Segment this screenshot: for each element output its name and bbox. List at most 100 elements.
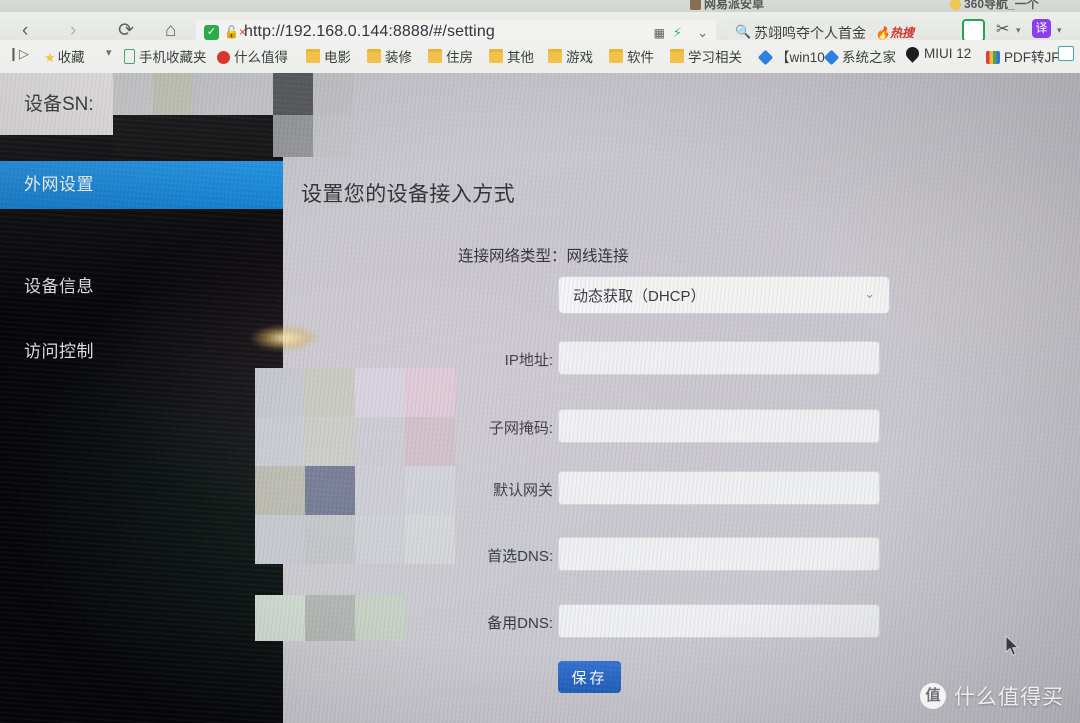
reload-button[interactable]: ⟳ [118, 21, 134, 40]
bookmark-item-decoration[interactable]: 装修 [367, 46, 412, 66]
bookmark-item-xitongzhijia[interactable]: 系统之家 [823, 46, 896, 66]
bookmark-item-other[interactable]: 其他 [489, 46, 534, 66]
device-sn-label: 设备SN: [24, 94, 94, 115]
address-bar-url: http://192.168.0.144:8888/#/setting [244, 23, 495, 40]
ip-address-input[interactable] [558, 341, 880, 375]
back-button[interactable]: ‹ [22, 21, 28, 40]
star-icon: ★ [44, 50, 56, 65]
subnet-mask-input[interactable] [558, 409, 880, 443]
ip-mode-value: 动态获取（DHCP） [573, 288, 706, 305]
bookmark-item-movies[interactable]: 电影 [306, 46, 351, 66]
mosaic-censor-network-values [255, 368, 455, 564]
bookmark-label: 其他 [507, 50, 534, 65]
sidebar: 外网设置 设备信息 访问控制 [0, 135, 320, 723]
network-type-text: 连接网络类型：网线连接 [458, 248, 629, 265]
folder-icon [367, 49, 381, 63]
tab-item-0[interactable]: 网易派安卓 [690, 0, 764, 12]
bookmark-item-study[interactable]: 学习相关 [670, 46, 742, 66]
default-gateway-input[interactable] [558, 471, 880, 505]
sidebar-item-label: 访问控制 [24, 342, 94, 361]
bookmark-item-win10[interactable]: 【win10 [757, 46, 825, 66]
bookmarks-expand-icon[interactable]: ❙▷ [8, 46, 29, 62]
mosaic-censor-dns-value [255, 595, 405, 641]
bookmarks-bar: ❙▷ ★收藏 ▾ 手机收藏夹 什么值得 电影 装修 住房 其他 游戏 软件 学 [0, 40, 1080, 74]
folder-icon [670, 49, 684, 63]
bookmark-item-pdf[interactable]: PDF转JF [986, 46, 1060, 66]
bookmark-item-calendar[interactable] [1058, 46, 1074, 62]
folder-icon [489, 49, 503, 63]
folder-icon [548, 49, 562, 63]
translate-dropdown-icon[interactable]: ▾ [1057, 25, 1062, 36]
folder-icon [306, 49, 320, 63]
translate-icon[interactable]: 译 [1032, 19, 1051, 38]
phone-icon [124, 49, 135, 64]
tab-favicon [950, 0, 961, 10]
mosaic-censor-sn [113, 73, 353, 158]
sidebar-item-wan-settings[interactable]: 外网设置 [0, 161, 283, 209]
bookmark-label: MIUI 12 [924, 46, 972, 61]
chevron-down-icon: ⌄ [864, 286, 875, 301]
chevron-down-icon[interactable]: ⌄ [697, 25, 708, 41]
sidebar-item-access-control[interactable]: 访问控制 [0, 328, 283, 376]
bookmark-label: 电影 [324, 50, 351, 65]
tab-label: 网易派安卓 [704, 0, 765, 11]
bookmark-label: 装修 [385, 50, 412, 65]
apps-grid-icon[interactable]: ▦ [654, 26, 665, 40]
lock-broken-icon[interactable]: 🔓× [224, 25, 246, 39]
bookmark-item-mobile[interactable]: 手机收藏夹 [124, 46, 207, 66]
smzdm-icon [217, 51, 230, 64]
drop-icon [903, 44, 922, 63]
hot-search-badge[interactable]: 🔥热搜 [875, 24, 914, 41]
search-icon: 🔍 [735, 24, 752, 39]
bookmark-item-games[interactable]: 游戏 [548, 46, 593, 66]
tab-favicon [690, 0, 701, 10]
bookmark-label: 软件 [627, 50, 654, 65]
ip-address-label: IP地址: [504, 352, 553, 369]
bookmark-item-miui[interactable]: MIUI 12 [903, 44, 972, 63]
bookmark-label: 住房 [446, 50, 473, 65]
diamond-icon [757, 49, 774, 66]
sidebar-item-device-info[interactable]: 设备信息 [0, 263, 283, 311]
save-button[interactable]: 保存 [558, 661, 621, 693]
folder-icon [609, 49, 623, 63]
reading-list-icon[interactable] [962, 19, 985, 42]
mouse-cursor [1005, 635, 1020, 656]
bookmark-label: PDF转JF [1004, 50, 1060, 65]
forward-button[interactable]: › [70, 21, 76, 40]
bookmark-item-smzdm[interactable]: 什么值得 [217, 46, 288, 66]
page-title: 设置您的设备接入方式 [301, 183, 515, 206]
bookmark-label: 什么值得 [234, 50, 288, 65]
bookmark-item-housing[interactable]: 住房 [428, 46, 473, 66]
scissors-screenshot-icon[interactable]: ✂ [996, 19, 1009, 39]
monitor-photo: 网易派安卓 360导航_一个 ‹ › ⟳ ⌂ ✓ 🔓× http://192.1… [0, 0, 1080, 723]
folder-icon [428, 49, 442, 63]
tab-item-1[interactable]: 360导航_一个 [950, 0, 1039, 12]
bookmark-label: 【win10 [776, 50, 825, 65]
primary-dns-input[interactable] [558, 537, 880, 571]
bookmark-label: 游戏 [566, 50, 593, 65]
scissors-dropdown-icon[interactable]: ▾ [1016, 25, 1021, 36]
sidebar-item-label: 设备信息 [24, 277, 94, 296]
lightning-icon[interactable]: ⚡ [673, 25, 682, 41]
smzdm-logo-icon: 值 [920, 683, 946, 709]
backup-dns-input[interactable] [558, 604, 880, 638]
shield-green-icon[interactable]: ✓ [204, 25, 219, 40]
bookmark-label: 学习相关 [688, 50, 742, 65]
bookmarks-overflow-icon[interactable]: ▾ [106, 46, 112, 59]
bookmark-item-collections[interactable]: ★ 收藏 [44, 46, 85, 66]
bookmark-label: 系统之家 [842, 50, 896, 65]
bookmark-item-software[interactable]: 软件 [609, 46, 654, 66]
ip-mode-select[interactable]: 动态获取（DHCP） ⌄ [558, 276, 890, 314]
calendar-icon [1058, 46, 1074, 61]
sidebar-item-label: 外网设置 [24, 175, 94, 194]
bookmark-label: 收藏 [57, 50, 85, 65]
home-button[interactable]: ⌂ [165, 21, 176, 40]
hot-search-label: 热搜 [889, 26, 914, 40]
device-admin-page: 设备SN: 外网设置 设备信息 访问控制 设置您的设备接入方式 连接网络类型：网… [0, 73, 1080, 723]
bookmark-label: 手机收藏夹 [139, 50, 207, 65]
watermark: 值 什么值得买 [920, 681, 1064, 711]
diamond-icon [823, 49, 840, 66]
tab-label: 360导航_一个 [964, 0, 1039, 11]
rainbow-icon [986, 51, 1000, 64]
watermark-text: 什么值得买 [954, 686, 1064, 709]
